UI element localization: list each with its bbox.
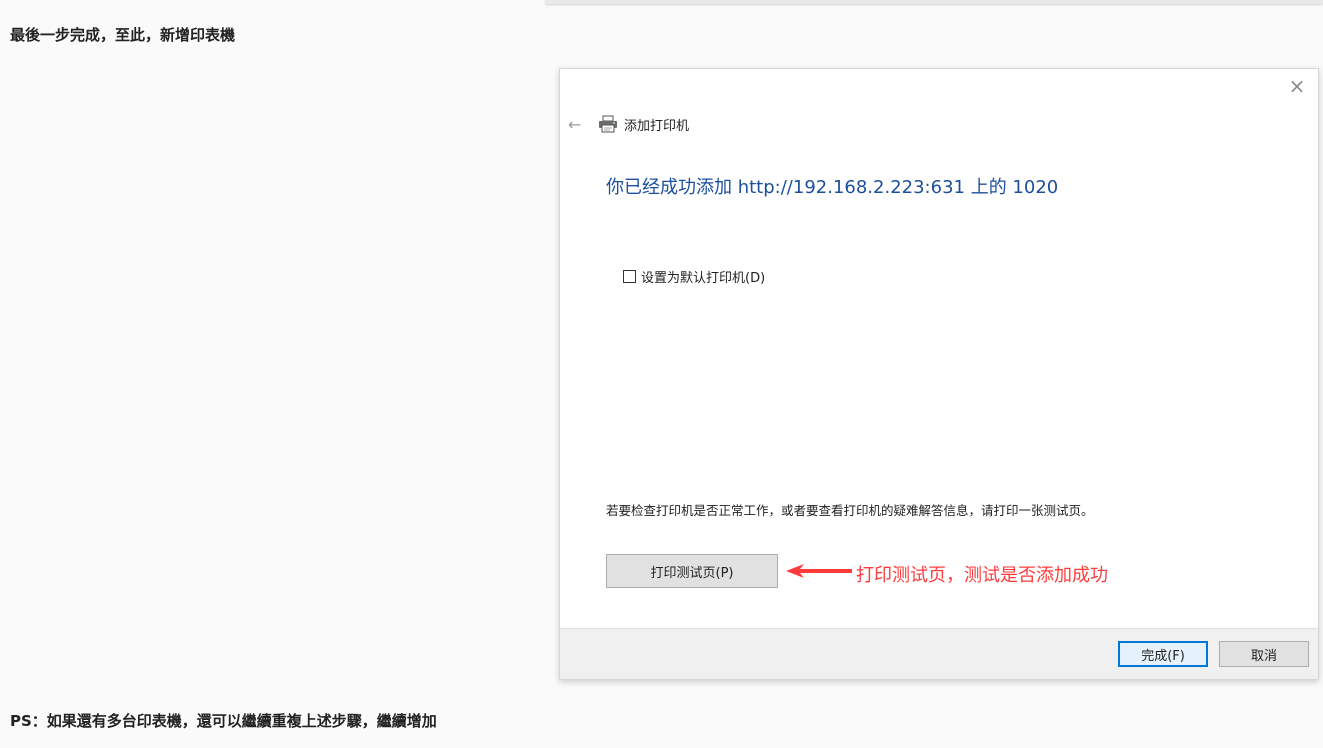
annotation-text: 打印测试页，测试是否添加成功 [856,565,1108,586]
default-printer-label: 设置为默认打印机(D) [641,271,766,286]
default-printer-checkbox[interactable] [623,270,636,283]
article-footer-note: PS：如果還有多台印表機，還可以繼續重複上述步驟，繼續增加 [10,712,437,730]
test-page-info: 若要检查打印机是否正常工作，或者要查看打印机的疑难解答信息，请打印一张测试页。 [606,503,1094,518]
top-image-strip [545,0,1323,4]
cancel-button[interactable]: 取消 [1219,641,1309,667]
article-heading: 最後一步完成，至此，新增印表機 [10,26,236,44]
wizard-title: 添加打印机 [624,118,690,134]
print-test-page-button[interactable]: 打印测试页(P) [606,554,778,588]
default-printer-option[interactable]: 设置为默认打印机(D) [623,267,765,286]
red-arrow-icon [786,564,852,578]
dialog-footer: 完成(F) 取消 [560,628,1318,679]
success-message: 你已经成功添加 http://192.168.2.223:631 上的 1020 [606,177,1059,198]
add-printer-dialog: × ← 添加打印机 你已经成功添加 http://192.168.2.223:6… [559,68,1319,680]
close-icon[interactable]: × [1286,75,1308,97]
finish-button[interactable]: 完成(F) [1118,641,1208,667]
printer-icon [598,115,618,133]
wizard-nav: ← 添加打印机 [568,113,689,135]
back-arrow-icon[interactable]: ← [568,115,586,134]
